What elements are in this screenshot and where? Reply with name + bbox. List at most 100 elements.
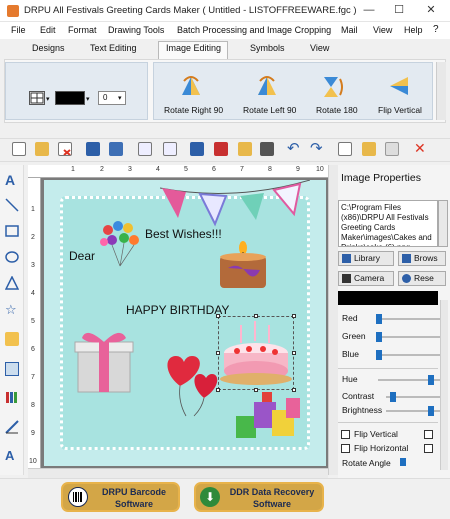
menu-batch-processing[interactable]: Batch Processing and Image Cropping [177, 25, 331, 35]
rotate-left-label[interactable]: Rotate Left 90 [243, 105, 296, 115]
resize-handle[interactable] [292, 351, 296, 355]
image-path-field[interactable]: C:\Program Files (x86)\DRPU All Festival… [338, 200, 438, 247]
camera-button[interactable]: Camera [338, 271, 394, 286]
flip-vertical-icon[interactable] [386, 73, 412, 99]
candle-image[interactable] [216, 238, 270, 292]
tab-image-editing[interactable]: Image Editing [166, 43, 221, 53]
tab-symbols[interactable]: Symbols [250, 43, 285, 53]
save-icon[interactable] [86, 142, 100, 156]
chevron-down-icon[interactable]: ▾ [86, 95, 90, 103]
gift-box-image[interactable] [72, 326, 134, 394]
tab-designs[interactable]: Designs [32, 43, 65, 53]
blue-slider[interactable] [378, 354, 440, 356]
page-layout-icon[interactable] [163, 142, 177, 156]
mail-icon[interactable] [238, 142, 252, 156]
heart-balloons-image[interactable] [158, 350, 222, 418]
flip-vertical-checkbox[interactable] [341, 430, 350, 439]
copy-page-icon[interactable] [138, 142, 152, 156]
dear-text[interactable]: Dear [69, 249, 95, 263]
stepper-arrow-icon[interactable]: ▾ [118, 94, 122, 102]
rotate-left-icon[interactable] [254, 73, 280, 99]
menu-edit[interactable]: Edit [40, 25, 56, 35]
cake-image-selected[interactable] [218, 316, 294, 390]
shapes-tool-icon[interactable] [5, 332, 19, 346]
ruler-tick-label: 10 [316, 166, 324, 173]
resize-handle[interactable] [292, 314, 296, 318]
blue-slider-thumb[interactable] [376, 350, 382, 360]
print-icon[interactable] [260, 142, 274, 156]
flip-vertical-label[interactable]: Flip Vertical [378, 105, 422, 115]
help-icon[interactable]: ? [433, 24, 439, 35]
paste-icon[interactable] [362, 142, 376, 156]
undo-icon[interactable]: ↶ [287, 139, 300, 157]
ribbon-scrollbar[interactable] [436, 62, 446, 120]
border-style-icon[interactable] [29, 91, 45, 105]
image-tool-icon[interactable] [5, 362, 19, 376]
gifts-pile-image[interactable] [232, 390, 304, 440]
brightness-slider-thumb[interactable] [428, 406, 434, 416]
cut-icon[interactable] [385, 142, 399, 156]
rotate-right-icon[interactable] [178, 73, 204, 99]
pdf-icon[interactable] [214, 142, 228, 156]
rotate-180-label[interactable]: Rotate 180 [316, 105, 358, 115]
new-file-icon[interactable] [12, 142, 26, 156]
panel-scrollbar[interactable] [440, 300, 448, 470]
tab-view[interactable]: View [310, 43, 329, 53]
tab-text-editing[interactable]: Text Editing [90, 43, 137, 53]
close-file-icon[interactable] [58, 142, 72, 156]
minimize-button[interactable]: — [358, 2, 380, 18]
camera-icon [342, 274, 351, 283]
balloons-image[interactable] [98, 218, 144, 270]
redo-icon[interactable]: ↷ [310, 139, 323, 157]
contrast-slider-thumb[interactable] [390, 392, 396, 402]
green-slider[interactable] [378, 336, 440, 338]
browse-button[interactable]: Brows [398, 251, 446, 266]
text-tool-icon[interactable]: A [5, 172, 19, 188]
red-slider-thumb[interactable] [376, 314, 382, 324]
best-wishes-text[interactable]: Best Wishes!!! [145, 227, 222, 241]
rotate-right-label[interactable]: Rotate Right 90 [164, 105, 223, 115]
reset-button[interactable]: Rese [398, 271, 446, 286]
color-preview[interactable] [338, 291, 438, 305]
color-picker[interactable] [55, 91, 85, 105]
hue-slider-thumb[interactable] [428, 375, 434, 385]
line-tool-icon[interactable] [5, 198, 19, 212]
flip-horizontal-checkbox-2[interactable] [424, 444, 433, 453]
maximize-button[interactable]: ☐ [388, 2, 410, 18]
ruler-tick-label: 4 [156, 166, 160, 173]
menu-mail[interactable]: Mail [341, 25, 358, 35]
export-icon[interactable] [190, 142, 204, 156]
menu-format[interactable]: Format [68, 25, 97, 35]
triangle-tool-icon[interactable] [4, 275, 20, 290]
rotate-angle-thumb[interactable] [400, 458, 406, 466]
word-art-tool-icon[interactable]: A [5, 448, 19, 463]
path-scrollbar[interactable] [438, 200, 448, 247]
happy-birthday-text[interactable]: HAPPY BIRTHDAY [126, 303, 229, 317]
canvas-vertical-scrollbar[interactable] [328, 165, 338, 475]
signature-tool-icon[interactable] [5, 420, 19, 434]
library-tool-icon[interactable] [5, 390, 19, 404]
delete-icon[interactable]: ✕ [414, 140, 426, 157]
menu-file[interactable]: File [11, 25, 26, 35]
resize-handle[interactable] [254, 314, 258, 318]
menu-help[interactable]: Help [404, 25, 423, 35]
menu-view[interactable]: View [373, 25, 392, 35]
canvas-horizontal-scrollbar[interactable] [28, 468, 328, 478]
open-folder-icon[interactable] [35, 142, 49, 156]
rotate-angle-label: Rotate Angle [342, 458, 391, 468]
close-button[interactable]: ✕ [420, 2, 442, 18]
ellipse-tool-icon[interactable] [5, 250, 19, 264]
save-as-icon[interactable] [109, 142, 123, 156]
menu-drawing-tools[interactable]: Drawing Tools [108, 25, 164, 35]
red-slider[interactable] [378, 318, 440, 320]
flip-horizontal-checkbox[interactable] [341, 444, 350, 453]
star-tool-icon[interactable]: ☆ [5, 302, 19, 317]
green-slider-thumb[interactable] [376, 332, 382, 342]
library-button[interactable]: Library [338, 251, 394, 266]
chevron-down-icon[interactable]: ▾ [46, 95, 50, 103]
rotate-180-icon[interactable] [318, 73, 344, 99]
copy-icon[interactable] [338, 142, 352, 156]
flip-vertical-checkbox-2[interactable] [424, 430, 433, 439]
rectangle-tool-icon[interactable] [5, 224, 19, 238]
resize-handle[interactable] [216, 314, 220, 318]
